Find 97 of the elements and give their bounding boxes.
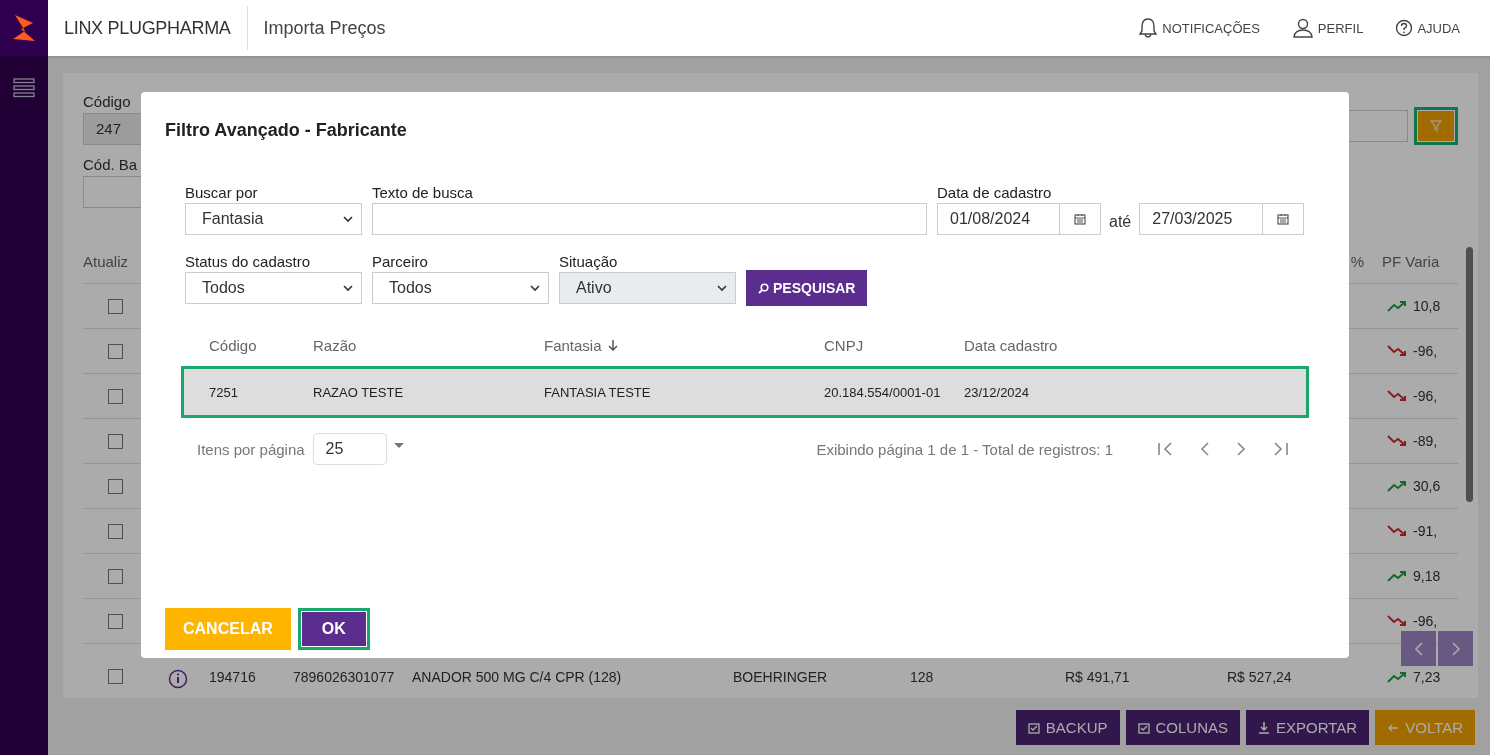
row-checkbox[interactable] bbox=[108, 613, 123, 629]
header-link[interactable]: PERFIL bbox=[1291, 17, 1364, 39]
table-cell: -96, bbox=[1413, 388, 1438, 404]
table-cell-text: 7896026301077 bbox=[293, 669, 396, 685]
next-page-icon[interactable] bbox=[1235, 441, 1247, 457]
filter-button[interactable] bbox=[1414, 107, 1458, 145]
row-checkbox[interactable] bbox=[108, 523, 123, 539]
search-icon bbox=[758, 282, 769, 294]
chevron-down-icon bbox=[343, 284, 353, 292]
field-label: Parceiro bbox=[372, 253, 429, 270]
table-cell: -96, bbox=[1413, 343, 1438, 359]
column-header[interactable]: Fantasia bbox=[544, 336, 602, 354]
header-link[interactable]: NOTIFICAÇÕES bbox=[1138, 17, 1260, 39]
table-row[interactable]: 7251 RAZAO TESTE FANTASIA TESTE 20.184.554/0001-01 23/12/2024 bbox=[181, 366, 1309, 418]
arrow-left-icon bbox=[1387, 722, 1400, 733]
table-cell-text: 194716 bbox=[209, 669, 257, 685]
filter-icon bbox=[1429, 119, 1443, 133]
checkbox-icon bbox=[1137, 721, 1150, 734]
table-cell: -91, bbox=[1413, 523, 1438, 539]
user-icon bbox=[1291, 18, 1314, 38]
chevron-down-icon bbox=[530, 284, 540, 292]
select-field[interactable]: Fantasia bbox=[185, 203, 362, 235]
action-button[interactable]: BACKUP bbox=[1015, 710, 1120, 745]
calendar-icon[interactable] bbox=[1277, 213, 1290, 225]
table-cell-text: R$ 527,24 bbox=[1227, 669, 1293, 685]
field-label: Código bbox=[83, 93, 132, 110]
table-cell-text: R$ 491,71 bbox=[1065, 669, 1131, 685]
field-label: Situação bbox=[559, 253, 619, 270]
table-cell: 7,23 bbox=[1413, 669, 1441, 685]
table-cell: 30,6 bbox=[1413, 478, 1441, 494]
select-field[interactable]: Todos bbox=[372, 272, 549, 304]
date-separator: até bbox=[1109, 213, 1132, 231]
field-label: Buscar por bbox=[185, 184, 259, 201]
column-header[interactable]: Código bbox=[209, 336, 257, 354]
search-button[interactable]: PESQUISAR bbox=[746, 270, 868, 306]
previous-button[interactable] bbox=[1401, 631, 1436, 666]
header-link[interactable]: AJUDA bbox=[1395, 17, 1460, 39]
row-checkbox[interactable] bbox=[108, 343, 123, 359]
first-page-icon[interactable] bbox=[1157, 441, 1175, 457]
select-field[interactable]: Todos bbox=[185, 272, 362, 304]
field-label: Status do cadastro bbox=[185, 253, 312, 270]
row-checkbox[interactable] bbox=[108, 568, 123, 584]
field-label: Cód. Ba bbox=[83, 156, 139, 173]
bell-icon bbox=[1138, 17, 1159, 39]
page-title: Importa Preços bbox=[263, 17, 386, 39]
download-icon bbox=[1258, 721, 1271, 734]
row-checkbox[interactable] bbox=[108, 298, 123, 314]
previous-page-icon[interactable] bbox=[1199, 441, 1211, 457]
table-cell-text: 20.184.554/0001-01 bbox=[824, 384, 942, 400]
search-field[interactable] bbox=[372, 203, 927, 235]
row-checkbox[interactable] bbox=[108, 388, 123, 404]
table-cell-text: 7251 bbox=[209, 384, 239, 400]
column-header: % bbox=[1350, 252, 1364, 270]
table-cell-text: FANTASIA TESTE bbox=[544, 384, 652, 400]
chevron-left-icon bbox=[1413, 640, 1424, 657]
date-field[interactable]: 27/03/2025 bbox=[1139, 203, 1305, 235]
chevron-down-icon bbox=[343, 215, 353, 223]
table-cell-text: BOEHRINGER bbox=[733, 669, 829, 685]
column-header: Atualiz bbox=[83, 252, 130, 270]
table-cell: -89, bbox=[1413, 433, 1438, 449]
table-cell-text: 128 bbox=[910, 669, 935, 685]
ok-button[interactable]: OK bbox=[297, 608, 370, 650]
chevron-right-icon bbox=[1450, 640, 1461, 657]
field-label: Data de cadastro bbox=[937, 184, 1053, 201]
table-cell: 9,18 bbox=[1413, 568, 1441, 584]
brand-name: LINX PLUGPHARMA bbox=[64, 6, 248, 50]
row-checkbox[interactable] bbox=[108, 478, 123, 494]
page-size-field[interactable]: 25 bbox=[312, 433, 387, 465]
table-cell-text: ANADOR 500 MG C/4 CPR (128) bbox=[412, 669, 623, 685]
table-cell: 10,8 bbox=[1413, 298, 1441, 314]
next-button[interactable] bbox=[1438, 631, 1473, 666]
dialog-title: Filtro Avançado - Fabricante bbox=[165, 120, 408, 141]
chevron-down-icon bbox=[717, 284, 727, 292]
action-button[interactable]: EXPORTAR bbox=[1246, 710, 1370, 745]
table-cell-text: 23/12/2024 bbox=[964, 384, 1031, 400]
date-field[interactable]: 01/08/2024 bbox=[937, 203, 1101, 235]
column-header[interactable]: Data cadastro bbox=[964, 336, 1058, 354]
field-label: Texto de busca bbox=[372, 184, 474, 201]
action-button[interactable]: COLUNAS bbox=[1125, 710, 1241, 745]
page-info: Exibindo página 1 de 1 - Total de registros: 1 bbox=[816, 440, 1113, 458]
table-cell-text: RAZAO TESTE bbox=[313, 384, 405, 400]
column-header[interactable]: CNPJ bbox=[824, 336, 864, 354]
checkbox-icon bbox=[1027, 721, 1040, 734]
scrollbar[interactable] bbox=[1466, 247, 1473, 502]
info-icon[interactable] bbox=[168, 669, 188, 689]
column-header[interactable]: Razão bbox=[313, 336, 357, 354]
table-cell: -96, bbox=[1413, 613, 1438, 629]
menu-icon[interactable] bbox=[13, 78, 35, 98]
caret-icon[interactable] bbox=[392, 441, 405, 449]
sort-down-icon[interactable] bbox=[607, 339, 618, 351]
help-icon bbox=[1395, 19, 1414, 37]
calendar-icon[interactable] bbox=[1074, 213, 1086, 225]
last-page-icon[interactable] bbox=[1271, 441, 1289, 457]
row-checkbox[interactable] bbox=[108, 433, 123, 449]
page-size-label: Itens por página bbox=[197, 440, 305, 458]
row-checkbox[interactable] bbox=[108, 669, 123, 684]
column-header: PF Varia bbox=[1382, 252, 1441, 270]
